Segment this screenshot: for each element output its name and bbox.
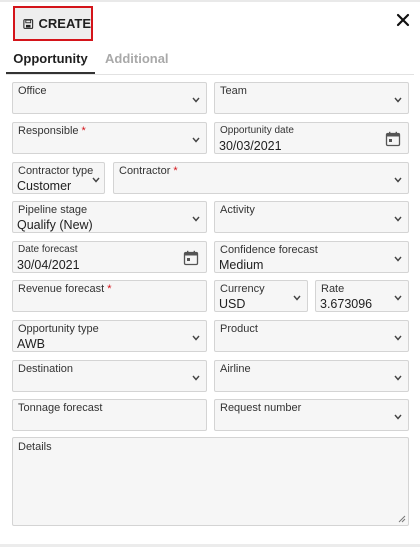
- confidence-forecast-label: Confidence forecast: [220, 244, 318, 256]
- office-label: Office: [18, 85, 47, 97]
- office-select[interactable]: Office: [12, 82, 207, 114]
- responsible-select[interactable]: Responsible *: [12, 122, 207, 154]
- chevron-down-icon: [394, 335, 402, 341]
- chevron-down-icon: [394, 295, 402, 301]
- revenue-forecast-label: Revenue forecast *: [18, 283, 112, 295]
- contractor-type-select[interactable]: Contractor type Customer: [12, 162, 105, 194]
- chevron-down-icon: [92, 177, 100, 183]
- responsible-label: Responsible *: [18, 125, 86, 137]
- contractor-label: Contractor *: [119, 165, 178, 177]
- resize-handle-icon[interactable]: [397, 514, 406, 523]
- chevron-down-icon: [192, 216, 200, 222]
- request-number-select[interactable]: Request number: [214, 399, 409, 431]
- close-icon[interactable]: [395, 12, 411, 28]
- chevron-down-icon: [394, 375, 402, 381]
- tab-additional[interactable]: Additional: [105, 46, 169, 74]
- calendar-icon[interactable]: [385, 131, 401, 147]
- chevron-down-icon: [394, 414, 402, 420]
- contractor-type-label: Contractor type: [18, 165, 94, 177]
- contractor-type-value: Customer: [17, 179, 72, 193]
- chevron-down-icon: [394, 216, 402, 222]
- date-forecast-field[interactable]: Date forecast 30/04/2021: [12, 241, 207, 273]
- details-textarea[interactable]: Details: [12, 437, 409, 526]
- chevron-down-icon: [394, 256, 402, 262]
- product-select[interactable]: Product: [214, 320, 409, 352]
- tonnage-forecast-input[interactable]: Tonnage forecast: [12, 399, 207, 431]
- contractor-select[interactable]: Contractor *: [113, 162, 409, 194]
- rate-label: Rate: [321, 283, 345, 295]
- tonnage-forecast-label: Tonnage forecast: [18, 402, 103, 414]
- required-mark: *: [81, 125, 86, 137]
- chevron-down-icon: [192, 137, 200, 143]
- opportunity-date-label: Opportunity date: [220, 125, 294, 136]
- confidence-forecast-value: Medium: [219, 258, 264, 272]
- airline-select[interactable]: Airline: [214, 360, 409, 392]
- required-mark: *: [107, 283, 112, 295]
- chevron-down-icon: [192, 335, 200, 341]
- activity-label: Activity: [220, 204, 255, 216]
- opportunity-type-label: Opportunity type: [18, 323, 99, 335]
- date-forecast-label: Date forecast: [18, 244, 78, 255]
- calendar-icon[interactable]: [183, 250, 199, 266]
- currency-label: Currency: [220, 283, 265, 295]
- required-mark: *: [173, 165, 178, 177]
- chevron-down-icon: [394, 177, 402, 183]
- pipeline-stage-label: Pipeline stage: [18, 204, 88, 216]
- chevron-down-icon: [192, 375, 200, 381]
- tab-bar: Opportunity Additional: [6, 46, 414, 74]
- save-icon: [23, 18, 34, 29]
- revenue-forecast-input[interactable]: Revenue forecast *: [12, 280, 207, 312]
- pipeline-stage-select[interactable]: Pipeline stage Qualify (New): [12, 201, 207, 233]
- confidence-forecast-select[interactable]: Confidence forecast Medium: [214, 241, 409, 273]
- opportunity-type-select[interactable]: Opportunity type AWB: [12, 320, 207, 352]
- destination-select[interactable]: Destination: [12, 360, 207, 392]
- create-button[interactable]: CREATE: [13, 6, 93, 41]
- rate-select[interactable]: Rate 3.673096: [315, 280, 409, 312]
- pipeline-stage-value: Qualify (New): [17, 218, 93, 232]
- team-label: Team: [220, 85, 247, 97]
- activity-select[interactable]: Activity: [214, 201, 409, 233]
- create-button-label: CREATE: [38, 16, 91, 31]
- team-select[interactable]: Team: [214, 82, 409, 114]
- tabs-divider: [6, 74, 414, 75]
- airline-label: Airline: [220, 363, 251, 375]
- opportunity-date-field[interactable]: Opportunity date 30/03/2021: [214, 122, 409, 154]
- chevron-down-icon: [192, 97, 200, 103]
- currency-value: USD: [219, 297, 246, 311]
- rate-value: 3.673096: [320, 297, 373, 311]
- chevron-down-icon: [293, 295, 301, 301]
- details-label: Details: [18, 441, 52, 453]
- product-label: Product: [220, 323, 258, 335]
- chevron-down-icon: [394, 97, 402, 103]
- toolbar: CREATE: [0, 2, 420, 42]
- opportunity-type-value: AWB: [17, 337, 46, 351]
- destination-label: Destination: [18, 363, 74, 375]
- opportunity-date-value: 30/03/2021: [219, 139, 282, 153]
- currency-select[interactable]: Currency USD: [214, 280, 308, 312]
- date-forecast-value: 30/04/2021: [17, 258, 80, 272]
- tab-opportunity[interactable]: Opportunity: [6, 46, 95, 74]
- request-number-label: Request number: [220, 402, 302, 414]
